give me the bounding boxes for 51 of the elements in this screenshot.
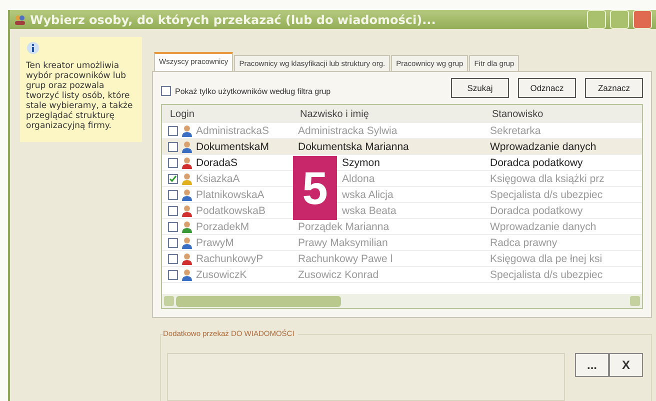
group-button[interactable]: ... bbox=[575, 353, 609, 377]
info-icon bbox=[26, 41, 40, 55]
table-cell: DoradaS bbox=[196, 156, 238, 168]
column-header[interactable]: Nazwisko i imię bbox=[292, 108, 484, 120]
table-cell-text: Doradca podatkowy bbox=[489, 156, 584, 168]
table-cell-text: Księgowa dla książki prz bbox=[489, 172, 606, 184]
recipients-field[interactable] bbox=[167, 353, 565, 401]
table-cell-text: Sekretarka bbox=[489, 124, 542, 136]
horizontal-scrollbar[interactable] bbox=[162, 294, 642, 308]
table-cell-text: Wprowadzanie danych bbox=[489, 140, 598, 152]
people-icon bbox=[14, 14, 26, 26]
table-cell-text: Doradca podatkowy bbox=[489, 204, 584, 216]
table-row[interactable]: DokumentskaM Dokumentska Marianna Wprowadzanie danych bbox=[162, 139, 642, 155]
table-cell: PodatkowskaB bbox=[196, 204, 266, 216]
table-cell-text: Prawy Maksymilian bbox=[297, 236, 389, 248]
checkbox[interactable] bbox=[168, 158, 178, 168]
table-cell: PorzadekM bbox=[196, 220, 250, 232]
table-cell-text: wska Beata bbox=[341, 204, 398, 216]
table-cell-text: Dokumentska Marianna bbox=[297, 140, 410, 152]
table-cell-text: Rachunkowy Pawe l bbox=[297, 252, 394, 264]
table-cell-text: Specjalista d/s ubezpiec bbox=[489, 268, 604, 280]
action-button[interactable]: Zaznacz bbox=[585, 78, 643, 98]
action-button[interactable]: Szukaj bbox=[451, 78, 509, 98]
table-cell: AdministrackaS bbox=[196, 124, 269, 136]
column-header[interactable]: Login bbox=[162, 108, 292, 120]
table-cell: ZusowiczK bbox=[196, 268, 247, 280]
table-cell-text: Radca prawny bbox=[489, 236, 558, 248]
table-cell: DokumentskaM bbox=[196, 140, 269, 152]
table-cell-text: Księgowa dla pe łnej ksi bbox=[489, 252, 604, 264]
column-header[interactable]: Stanowisko bbox=[484, 108, 642, 120]
checkbox[interactable] bbox=[168, 142, 178, 152]
table-cell-text: Szymon bbox=[341, 156, 381, 168]
action-button[interactable]: Odznacz bbox=[518, 78, 576, 98]
window-title: Wybierz osoby, do których przekazać (lub do wiadomości)... bbox=[30, 12, 437, 26]
table-cell-text: Administracka Sylwia bbox=[297, 124, 398, 136]
group-button[interactable]: X bbox=[609, 353, 643, 377]
table-cell-text: Wprowadzanie danych bbox=[489, 220, 598, 232]
table-cell-text: Zusowicz Konrad bbox=[297, 268, 380, 280]
table-cell: PrawyM bbox=[196, 236, 234, 248]
table-cell-text: Porządek Marianna bbox=[297, 220, 390, 232]
filter-label: Pokaż tylko użytkowników według filtra grup bbox=[175, 86, 331, 96]
close-button[interactable] bbox=[633, 10, 652, 29]
table-cell-text: wska Alicja bbox=[341, 188, 394, 200]
table-cell: KsiazkaA bbox=[196, 172, 240, 184]
checkbox[interactable] bbox=[161, 86, 171, 96]
step-badge: 5 bbox=[293, 156, 337, 220]
table-cell: PlatnikowskaA bbox=[196, 188, 264, 200]
table-cell-text: Specjalista d/s ubezpiec bbox=[489, 188, 604, 200]
table-cell: RachunkowyP bbox=[196, 252, 264, 264]
info-text: Ten kreator umożliwia wybór pracowników lub grup oraz pozwala tworzyć listy osób, które stale wybieramy, a także przeglądać strukturę organizacyjną firmy. bbox=[26, 61, 134, 131]
table-cell-text: Aldona bbox=[341, 172, 376, 184]
